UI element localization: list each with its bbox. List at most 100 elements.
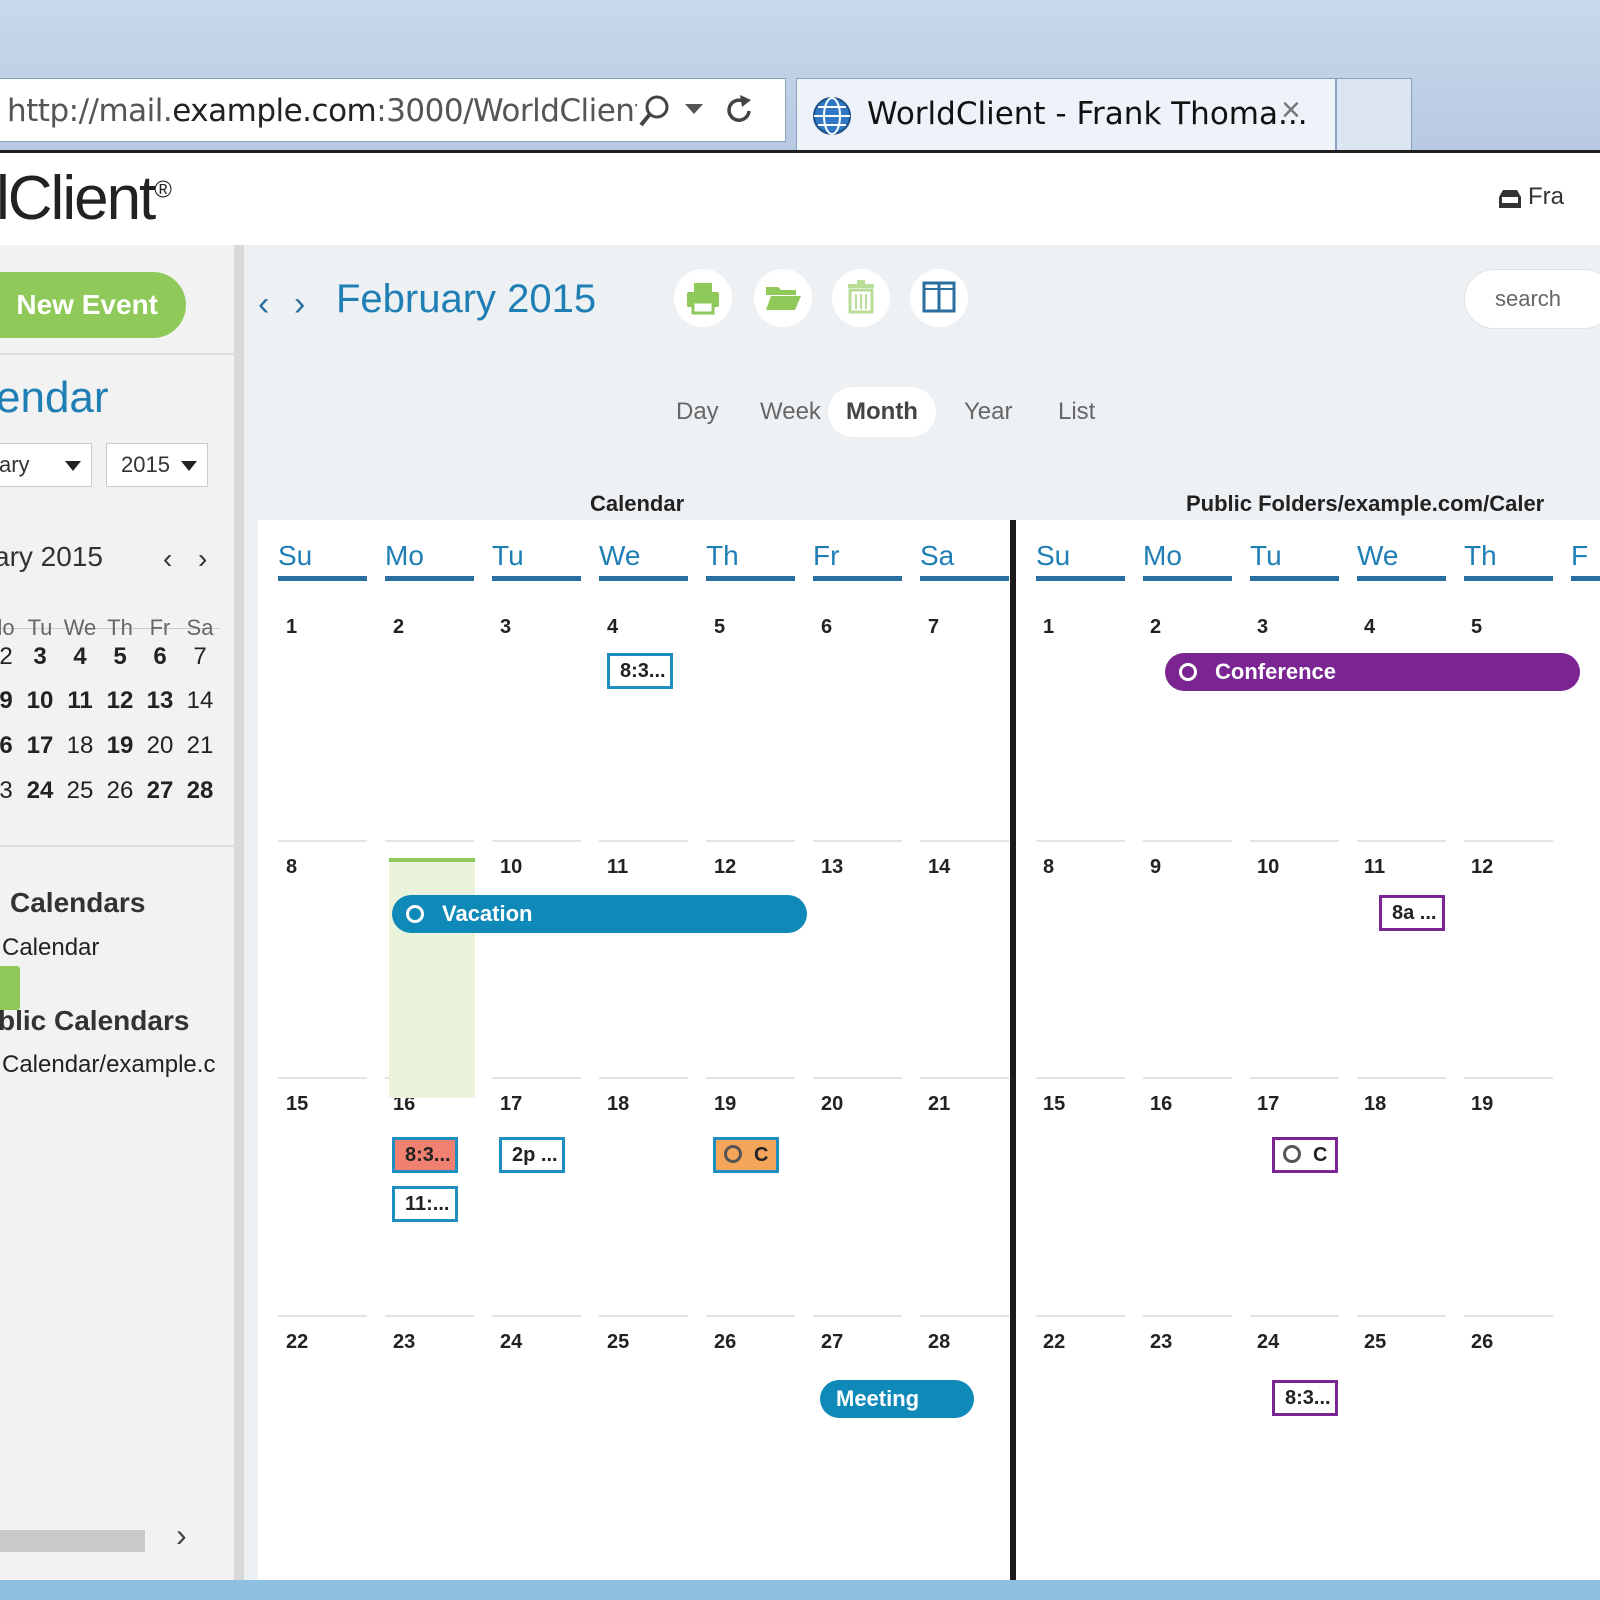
mini-day[interactable]: 18 [60,732,100,760]
scroll-right-icon[interactable]: › [176,1517,187,1554]
split-view-button[interactable] [910,269,968,327]
dropdown-arrow-icon[interactable] [683,101,705,117]
public-calendars-heading[interactable]: blic Calendars [0,1005,189,1037]
event-chip[interactable]: 8:3... [607,653,673,689]
day-number[interactable]: 11 [607,856,628,879]
day-number[interactable]: 12 [714,856,736,879]
mini-day[interactable]: 20 [140,732,180,760]
day-number[interactable]: 14 [928,856,950,879]
mini-day[interactable]: 4 [60,643,100,671]
event-chip[interactable]: 2p ... [499,1137,565,1173]
day-number[interactable]: 26 [714,1331,736,1354]
next-month-button[interactable]: › [294,285,305,324]
day-number[interactable]: 16 [1150,1093,1172,1116]
meeting-event[interactable]: Meeting [820,1380,974,1418]
browser-tab[interactable]: WorldClient - Frank Thoma... × [796,78,1336,150]
tab-list[interactable]: List [1040,387,1113,437]
refresh-icon[interactable] [721,93,757,129]
day-number[interactable]: 20 [821,1093,843,1116]
day-number[interactable]: 12 [1471,856,1493,879]
address-url[interactable]: http://mail.example.com:3000/WorldClient… [7,93,637,129]
day-number[interactable]: 5 [714,616,725,639]
day-number[interactable]: 17 [500,1093,522,1116]
day-number[interactable]: 11 [1364,856,1385,879]
event-chip[interactable]: C [713,1137,779,1173]
search-input[interactable]: search [1464,269,1600,329]
mini-day[interactable]: 12 [100,687,140,715]
tab-day[interactable]: Day [658,387,737,437]
mini-day[interactable]: 28 [180,777,220,805]
day-number[interactable]: 1 [1043,616,1054,639]
prev-month-button[interactable]: ‹ [258,285,269,324]
event-chip[interactable]: C [1272,1137,1338,1173]
address-bar[interactable]: http://mail.example.com:3000/WorldClient… [0,78,786,142]
day-number[interactable]: 15 [286,1093,308,1116]
day-number[interactable]: 3 [500,616,511,639]
day-number[interactable]: 5 [1471,616,1482,639]
day-number[interactable]: 4 [1364,616,1375,639]
day-number[interactable]: 15 [1043,1093,1065,1116]
mini-day[interactable]: 26 [100,777,140,805]
mini-day[interactable]: 25 [60,777,100,805]
day-number[interactable]: 25 [607,1331,629,1354]
my-calendars-heading[interactable]: Calendars [10,887,145,919]
tab-year[interactable]: Year [946,387,1031,437]
user-menu[interactable]: Fra [1528,183,1564,211]
day-number[interactable]: 8 [286,856,297,879]
mini-day[interactable]: 3 [20,643,60,671]
day-number[interactable]: 18 [1364,1093,1386,1116]
open-button[interactable] [754,269,812,327]
day-number[interactable]: 6 [821,616,832,639]
mini-day[interactable]: 21 [180,732,220,760]
mini-day[interactable]: 11 [60,687,100,715]
mini-day[interactable]: 13 [140,687,180,715]
day-number[interactable]: 22 [1043,1331,1065,1354]
day-number[interactable]: 19 [1471,1093,1493,1116]
mini-day[interactable]: 6 [140,643,180,671]
month-select[interactable]: ary [0,443,92,487]
public-calendar-item[interactable]: Calendar/example.c [2,1051,215,1079]
day-number[interactable]: 19 [714,1093,736,1116]
mini-day[interactable]: 24 [20,777,60,805]
mini-day[interactable]: 5 [100,643,140,671]
year-select[interactable]: 2015 [106,443,208,487]
calendar-list-item[interactable]: Calendar [2,934,99,962]
day-number[interactable]: 25 [1364,1331,1386,1354]
mini-day[interactable]: 17 [20,732,60,760]
day-number[interactable]: 23 [393,1331,415,1354]
tab-month[interactable]: Month [828,387,936,437]
day-number[interactable]: 23 [1150,1331,1172,1354]
sidebar-scrollbar[interactable] [0,1530,145,1552]
new-event-button[interactable]: New Event [0,272,186,338]
day-number[interactable]: 17 [1257,1093,1279,1116]
conference-event[interactable]: Conference [1165,653,1580,691]
day-number[interactable]: 24 [1257,1331,1279,1354]
day-number[interactable]: 8 [1043,856,1054,879]
mini-day[interactable]: 10 [20,687,60,715]
day-number[interactable]: 22 [286,1331,308,1354]
print-button[interactable] [674,269,732,327]
vacation-event[interactable]: Vacation [392,895,807,933]
tab-week[interactable]: Week [742,387,839,437]
delete-button[interactable] [832,269,890,327]
mini-day[interactable]: 7 [180,643,220,671]
day-number[interactable]: 4 [607,616,618,639]
day-number[interactable]: 10 [500,856,522,879]
mini-day[interactable]: 27 [140,777,180,805]
mini-prev-button[interactable]: ‹ [163,543,172,575]
day-number[interactable]: 9 [1150,856,1161,879]
search-icon[interactable] [637,93,673,129]
day-number[interactable]: 28 [928,1331,950,1354]
day-number[interactable]: 27 [821,1331,843,1354]
day-number[interactable]: 24 [500,1331,522,1354]
day-number[interactable]: 21 [928,1093,950,1116]
tab-close-icon[interactable]: × [1281,91,1301,130]
mini-next-button[interactable]: › [198,543,207,575]
day-number[interactable]: 2 [393,616,404,639]
new-tab-button[interactable] [1336,78,1412,150]
day-number[interactable]: 13 [821,856,843,879]
day-number[interactable]: 26 [1471,1331,1493,1354]
day-number[interactable]: 7 [928,616,939,639]
event-chip[interactable]: 8a ... [1379,895,1445,931]
day-number[interactable]: 2 [1150,616,1161,639]
